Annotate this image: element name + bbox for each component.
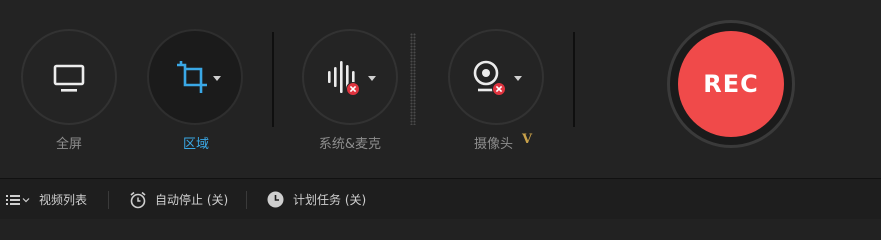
disabled-badge-icon xyxy=(346,82,360,96)
crop-icon xyxy=(177,61,207,93)
webcam-mode-label: 摄像头 xyxy=(474,137,514,152)
scheduled-task-button[interactable]: 计划任务 (关) xyxy=(267,179,366,220)
bottom-bar: 视频列表 自动停止 (关) 计划任务 (关) xyxy=(0,178,881,219)
audio-mode-button[interactable] xyxy=(302,29,398,125)
monitor-icon xyxy=(53,64,85,92)
disabled-badge-icon xyxy=(492,82,506,96)
alarm-clock-icon xyxy=(130,191,146,208)
rec-button[interactable]: REC xyxy=(678,31,784,137)
webcam-icon xyxy=(473,60,499,92)
chevron-down-icon xyxy=(22,197,30,202)
bottom-divider xyxy=(108,191,109,209)
auto-stop-label: 自动停止 (关) xyxy=(155,193,229,207)
audio-waveform-icon xyxy=(328,61,355,93)
region-mode-button[interactable] xyxy=(147,29,243,125)
audio-dropdown-caret[interactable] xyxy=(368,76,376,81)
toolbar-divider xyxy=(272,32,274,127)
fullscreen-mode-label: 全屏 xyxy=(55,137,82,152)
rec-button-ring: REC xyxy=(667,20,795,148)
video-list-label: 视频列表 xyxy=(39,193,88,207)
audio-mode-label: 系统&麦克 xyxy=(318,137,382,152)
scheduled-task-label: 计划任务 (关) xyxy=(293,193,367,207)
region-mode-label: 区域 xyxy=(182,137,209,152)
drag-handle[interactable] xyxy=(410,33,416,125)
video-list-button[interactable]: 视频列表 xyxy=(6,179,87,220)
auto-stop-button[interactable]: 自动停止 (关) xyxy=(129,179,228,220)
webcam-dropdown-caret[interactable] xyxy=(514,76,522,81)
recorder-toolbar: 全屏 区域 系统&麦克 摄像头 V REC xyxy=(0,0,881,178)
clock-icon xyxy=(267,191,284,208)
list-icon xyxy=(6,194,20,205)
bottom-divider xyxy=(246,191,247,209)
vip-badge: V xyxy=(522,132,533,147)
region-dropdown-caret[interactable] xyxy=(213,76,221,81)
fullscreen-mode-button[interactable] xyxy=(21,29,117,125)
toolbar-divider xyxy=(573,32,575,127)
webcam-mode-button[interactable] xyxy=(448,29,544,125)
